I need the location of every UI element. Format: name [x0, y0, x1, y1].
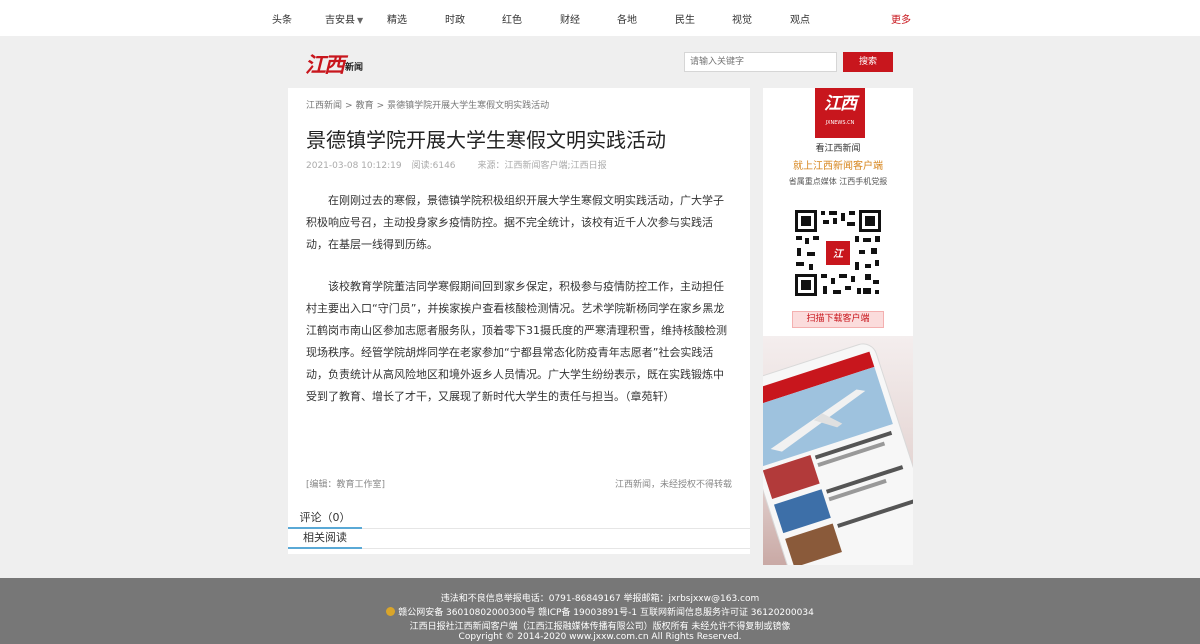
app-icon-url: JXNEWS.CN [825, 120, 855, 126]
breadcrumb: 江西新闻 > 教育 > 景德镇学院开展大学生寒假文明实践活动 [306, 98, 549, 111]
copyright-notice: 江西新闻，未经授权不得转载 [614, 480, 732, 490]
article-source: 来源：江西新闻客户端;江西日报 [477, 161, 607, 171]
footer-copyright: Copyright © 2014-2020 www.jxxw.com.cn Al… [458, 632, 742, 642]
search-button[interactable]: 搜索 [843, 52, 893, 72]
nav-item-regions[interactable]: 各地 [617, 11, 637, 26]
publish-date: 2021-03-08 10:12:19 [306, 161, 402, 171]
download-app-button[interactable]: 扫描下载客户端 [792, 311, 884, 328]
breadcrumb-separator: > [376, 101, 385, 111]
view-count: 阅读:6146 [411, 161, 456, 171]
footer-license-line: 赣公网安备 36010802000300号 赣ICP备 19003891号-1 … [0, 605, 1200, 618]
comment-section-header: 评论（0） [288, 510, 750, 529]
top-nav: 头条 吉安县 ▼ 精选 时政 红色 财经 各地 民生 视觉 观点 更多 [0, 0, 1200, 36]
app-screenshot-image [763, 336, 913, 565]
app-icon-glyph: 江西 [824, 94, 857, 114]
site-logo[interactable]: 江西 新闻 [305, 50, 363, 76]
chevron-down-icon: ▼ [357, 16, 364, 25]
nav-item-finance[interactable]: 财经 [560, 11, 580, 26]
article-card: 江西新闻 > 教育 > 景德镇学院开展大学生寒假文明实践活动 景德镇学院开展大学生寒假文… [288, 88, 750, 554]
phone-mockup-icon [763, 343, 913, 565]
logo-mark: 江西 [305, 52, 345, 77]
logo-text: 新闻 [345, 63, 364, 73]
nav-item-red[interactable]: 红色 [502, 11, 522, 26]
nav-item-opinion[interactable]: 观点 [790, 11, 810, 26]
promo-subtitle: 省属重点媒体 江西手机党报 [788, 177, 888, 186]
footer-license-text: 赣公网安备 36010802000300号 赣ICP备 19003891号-1 … [398, 608, 814, 618]
nav-item-headlines[interactable]: 头条 [272, 11, 292, 26]
article-paragraph: 该校教育学院董洁同学寒假期间回到家乡保定，积极参与疫情防控工作，主动担任村主要出… [306, 280, 727, 403]
app-promo-sidebar: 江西 JXNEWS.CN 看江西新闻 就上江西新闻客户端 省属重点媒体 江西手机… [763, 88, 913, 565]
related-section-header: 相关阅读 [288, 529, 750, 549]
nav-item-label: 吉安县 [325, 15, 355, 26]
breadcrumb-home[interactable]: 江西新闻 [306, 101, 342, 111]
tab-comments[interactable]: 评论（0） [288, 510, 362, 529]
nav-item-visual[interactable]: 视觉 [732, 11, 752, 26]
app-icon: 江西 JXNEWS.CN [815, 88, 865, 138]
site-footer: 违法和不良信息举报电话：0791-86849167 举报邮箱：jxrbsjxxw… [0, 578, 1200, 644]
breadcrumb-separator: > [345, 101, 353, 111]
article-title: 景德镇学院开展大学生寒假文明实践活动 [306, 128, 666, 152]
nav-item-featured[interactable]: 精选 [387, 11, 407, 26]
nav-item-politics[interactable]: 时政 [445, 11, 465, 26]
article-paragraph: 在刚刚过去的寒假，景德镇学院积极组织开展大学生寒假文明实践活动，广大学子积极响应… [306, 194, 724, 251]
search-input[interactable] [684, 52, 837, 72]
article-meta: 2021-03-08 10:12:19 阅读:6146 来源：江西新闻客户端;江西日… [306, 158, 617, 171]
qr-code-icon: 江 [793, 208, 883, 298]
promo-tagline: 就上江西新闻客户端 [793, 161, 883, 172]
editor-credit: [编辑：教育工作室] [306, 480, 386, 490]
footer-report-line: 违法和不良信息举报电话：0791-86849167 举报邮箱：jxrbsjxxw… [440, 594, 760, 604]
tab-related-reading[interactable]: 相关阅读 [288, 529, 362, 549]
promo-caption: 看江西新闻 [815, 144, 861, 154]
police-badge-icon [386, 607, 396, 616]
nav-item-livelihood[interactable]: 民生 [675, 11, 695, 26]
nav-item-more[interactable]: 更多 [891, 11, 911, 26]
breadcrumb-category[interactable]: 教育 [356, 101, 374, 111]
breadcrumb-current: 景德镇学院开展大学生寒假文明实践活动 [387, 101, 550, 111]
footer-ownership-line: 江西日报社江西新闻客户端（江西江报融媒体传播有限公司）版权所有 未经允许不得复制… [409, 622, 791, 632]
nav-item-jian-county[interactable]: 吉安县 ▼ [325, 11, 363, 26]
